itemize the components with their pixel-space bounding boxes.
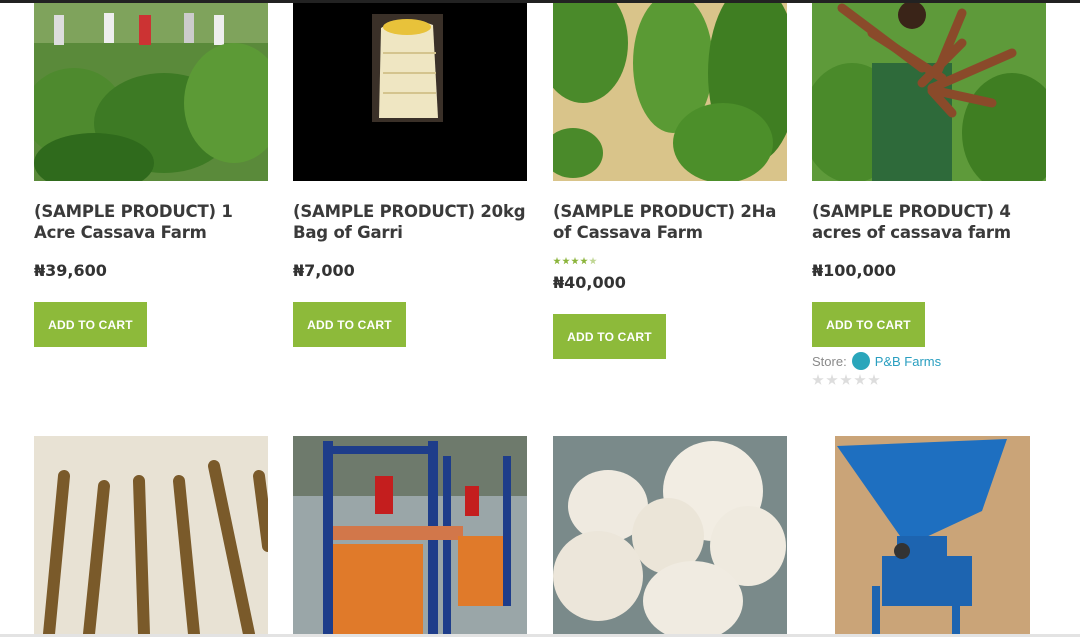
product-price: ₦39,600	[34, 261, 107, 280]
product-price: ₦7,000	[293, 261, 355, 280]
add-to-cart-button[interactable]: ADD TO CART	[812, 302, 925, 347]
product-price: ₦40,000	[553, 273, 626, 292]
product-image-fufu-balls[interactable]	[553, 436, 787, 634]
product-image-grinding-machine[interactable]	[812, 436, 1046, 634]
store-link[interactable]: P&B Farms	[875, 354, 941, 369]
store-info: Store: P&B Farms	[812, 352, 1046, 370]
product-price: ₦100,000	[812, 261, 897, 280]
product-card-1: (SAMPLE PRODUCT) 1 Acre Cassava Farm ₦39…	[34, 3, 268, 347]
product-title[interactable]: (SAMPLE PRODUCT) 20kg Bag of Garri	[293, 201, 527, 243]
store-label: Store:	[812, 353, 847, 369]
product-card-3: (SAMPLE PRODUCT) 2Ha of Cassava Farm ₦40…	[553, 3, 787, 359]
store-avatar[interactable]	[851, 352, 870, 370]
empty-star-icon	[812, 374, 824, 385]
product-image-cassava-rows[interactable]	[553, 3, 787, 181]
half-star-icon	[589, 257, 597, 265]
product-image-cassava-stems[interactable]	[34, 436, 268, 634]
product-card-4: (SAMPLE PRODUCT) 4 acres of cassava farm…	[812, 3, 1046, 386]
empty-star-icon	[826, 374, 838, 385]
empty-star-icon	[840, 374, 852, 385]
add-to-cart-button[interactable]: ADD TO CART	[553, 314, 666, 359]
star-rating	[553, 257, 787, 269]
product-image-garri-bag[interactable]	[293, 3, 527, 181]
product-image-cassava-roots[interactable]	[812, 3, 1046, 181]
empty-star-icon	[868, 374, 880, 385]
star-icon	[571, 257, 579, 265]
star-rating	[812, 374, 1046, 386]
product-image-cassava-field[interactable]	[34, 3, 268, 181]
product-title[interactable]: (SAMPLE PRODUCT) 1 Acre Cassava Farm	[34, 201, 268, 243]
empty-star-icon	[854, 374, 866, 385]
add-to-cart-button[interactable]: ADD TO CART	[34, 302, 147, 347]
product-title[interactable]: (SAMPLE PRODUCT) 4 acres of cassava farm	[812, 201, 1046, 243]
product-image-garri-press[interactable]	[293, 436, 527, 634]
star-icon	[562, 257, 570, 265]
product-title[interactable]: (SAMPLE PRODUCT) 2Ha of Cassava Farm	[553, 201, 787, 243]
add-to-cart-button[interactable]: ADD TO CART	[293, 302, 406, 347]
star-icon	[553, 257, 561, 265]
star-icon	[580, 257, 588, 265]
product-card-2: (SAMPLE PRODUCT) 20kg Bag of Garri ₦7,00…	[293, 3, 527, 347]
